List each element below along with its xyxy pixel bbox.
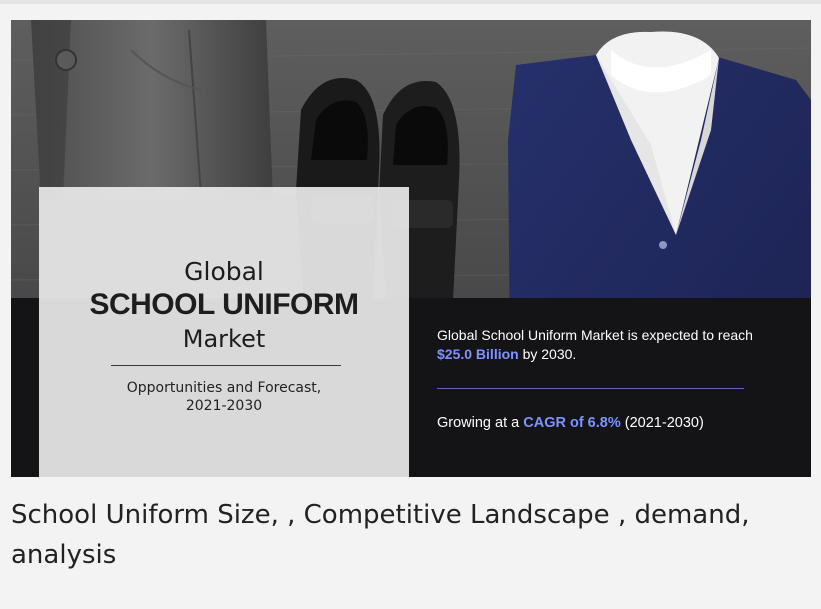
panel-divider	[111, 365, 341, 366]
panel-subtitle: Opportunities and Forecast, 2021-2030	[39, 379, 409, 415]
market-value-text-b: by 2030.	[518, 346, 577, 362]
article-title-link[interactable]: School Uniform Size, , Competitive Lands…	[11, 495, 801, 575]
cagr-text-b: (2021-2030)	[620, 415, 704, 431]
market-value-statement: Global School Uniform Market is expected…	[437, 326, 787, 364]
panel-subtitle-line2: 2021-2030	[185, 398, 263, 414]
panel-subtitle-line1: Opportunities and Forecast,	[126, 380, 322, 396]
cagr-text-a: Growing at a	[437, 415, 524, 431]
banner-image[interactable]: Global SCHOOL UNIFORM Market Opportuniti…	[11, 20, 811, 477]
stats-divider	[437, 388, 744, 389]
panel-global-label: Global	[184, 257, 264, 286]
article-card[interactable]: Global SCHOOL UNIFORM Market Opportuniti…	[0, 4, 821, 609]
cagr-statement: Growing at a CAGR of 6.8% (2021-2030)	[437, 414, 787, 433]
title-panel: Global SCHOOL UNIFORM Market Opportuniti…	[39, 187, 409, 477]
market-value-highlight: $25.0 Billion	[437, 346, 519, 362]
cagr-highlight: CAGR of 6.8%	[523, 415, 621, 431]
market-value-text-a: Global School Uniform Market is expected…	[437, 327, 753, 343]
panel-title: SCHOOL UNIFORM	[89, 288, 359, 321]
panel-market-label: Market	[182, 325, 266, 353]
